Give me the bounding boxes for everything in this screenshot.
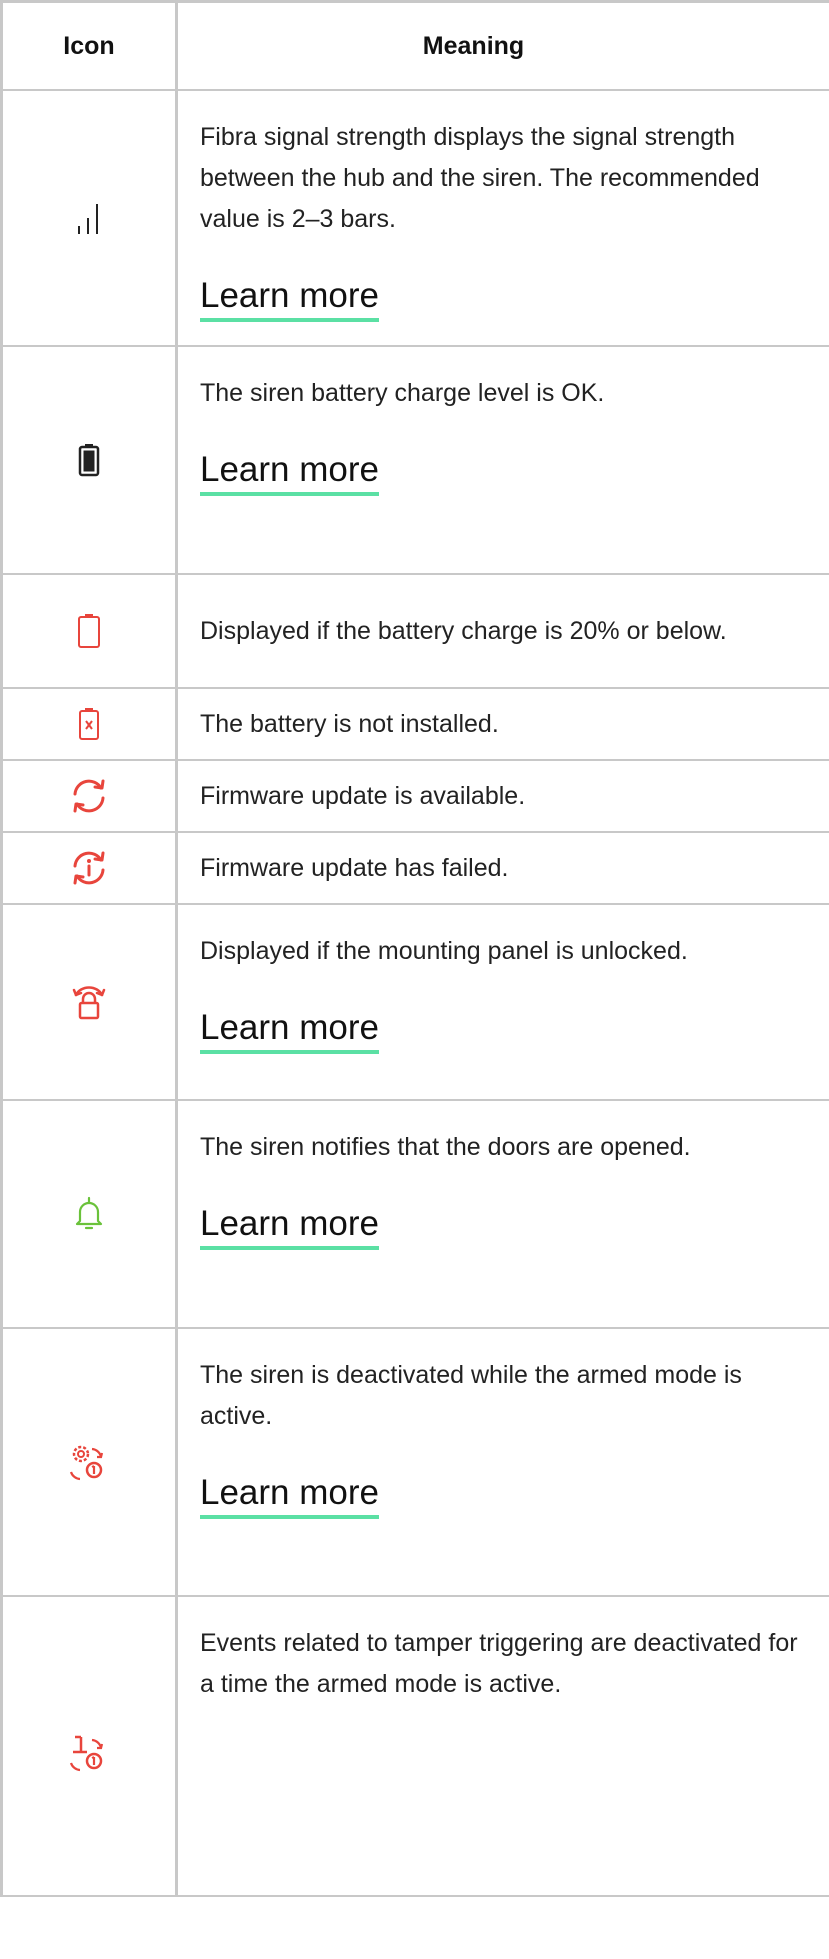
unlocked-panel-icon	[72, 986, 106, 1020]
row-description: Firmware update has failed.	[200, 853, 509, 882]
table-row: Fibra signal strength displays the signa…	[0, 90, 829, 347]
battery-full-icon	[78, 444, 100, 477]
row-description: Events related to tamper triggering are …	[200, 1629, 798, 1698]
bell-icon	[75, 1196, 103, 1230]
meaning-cell: Fibra signal strength displays the signa…	[175, 90, 829, 347]
table-row: The siren notifies that the doors are op…	[0, 1100, 829, 1329]
icon-cell	[0, 1100, 178, 1329]
battery-low-icon	[78, 614, 100, 648]
row-description: Firmware update is available.	[200, 781, 526, 810]
row-description: The siren battery charge level is OK.	[200, 379, 605, 407]
table-row: The siren is deactivated while the armed…	[0, 1328, 829, 1597]
icons-table-container: Icon Meaning Fibra signal strength displ…	[0, 0, 829, 1959]
learn-more-link[interactable]: Learn more	[200, 1473, 379, 1519]
row-description: Fibra signal strength displays the signa…	[200, 123, 760, 233]
icon-cell	[0, 832, 178, 905]
signal-bars-icon	[78, 204, 98, 234]
meaning-cell: Displayed if the mounting panel is unloc…	[175, 904, 829, 1101]
icon-cell	[0, 574, 178, 689]
row-description: The siren notifies that the doors are op…	[200, 1133, 691, 1161]
row-description: The siren is deactivated while the armed…	[200, 1361, 742, 1430]
learn-more-link[interactable]: Learn more	[200, 276, 379, 322]
meaning-cell: The siren battery charge level is OK. Le…	[175, 346, 829, 575]
icon-cell	[0, 688, 178, 761]
firmware-update-failed-icon	[73, 851, 105, 885]
column-header-meaning: Meaning	[175, 0, 829, 91]
table-row: Firmware update is available.	[0, 760, 829, 833]
meaning-cell: Firmware update is available.	[175, 760, 829, 833]
icon-cell	[0, 760, 178, 833]
table-header-row: Icon Meaning	[0, 0, 829, 91]
icon-cell	[0, 90, 178, 347]
meaning-cell: Displayed if the battery charge is 20% o…	[175, 574, 829, 689]
row-description: The battery is not installed.	[200, 709, 499, 738]
row-description: Displayed if the battery charge is 20% o…	[200, 616, 727, 645]
icons-table: Icon Meaning Fibra signal strength displ…	[0, 0, 829, 1897]
column-header-icon: Icon	[0, 0, 178, 91]
table-row: The siren battery charge level is OK. Le…	[0, 346, 829, 575]
firmware-update-icon	[73, 779, 105, 813]
meaning-cell: The battery is not installed.	[175, 688, 829, 761]
table-row: Displayed if the battery charge is 20% o…	[0, 574, 829, 689]
table-row: Displayed if the mounting panel is unloc…	[0, 904, 829, 1101]
battery-missing-icon	[79, 708, 99, 740]
table-row: Firmware update has failed.	[0, 832, 829, 905]
meaning-cell: Events related to tamper triggering are …	[175, 1596, 829, 1897]
icon-cell	[0, 1596, 178, 1897]
icon-cell	[0, 1328, 178, 1597]
table-row: Events related to tamper triggering are …	[0, 1596, 829, 1897]
meaning-cell: The siren notifies that the doors are op…	[175, 1100, 829, 1329]
row-description: Displayed if the mounting panel is unloc…	[200, 937, 688, 965]
meaning-cell: The siren is deactivated while the armed…	[175, 1328, 829, 1597]
meaning-cell: Firmware update has failed.	[175, 832, 829, 905]
learn-more-link[interactable]: Learn more	[200, 1008, 379, 1054]
icon-cell	[0, 346, 178, 575]
icon-cell	[0, 904, 178, 1101]
tamper-deactivated-armed-icon	[69, 1735, 104, 1772]
table-row: The battery is not installed.	[0, 688, 829, 761]
siren-deactivated-armed-icon	[69, 1445, 104, 1481]
learn-more-link[interactable]: Learn more	[200, 1204, 379, 1250]
learn-more-link[interactable]: Learn more	[200, 450, 379, 496]
